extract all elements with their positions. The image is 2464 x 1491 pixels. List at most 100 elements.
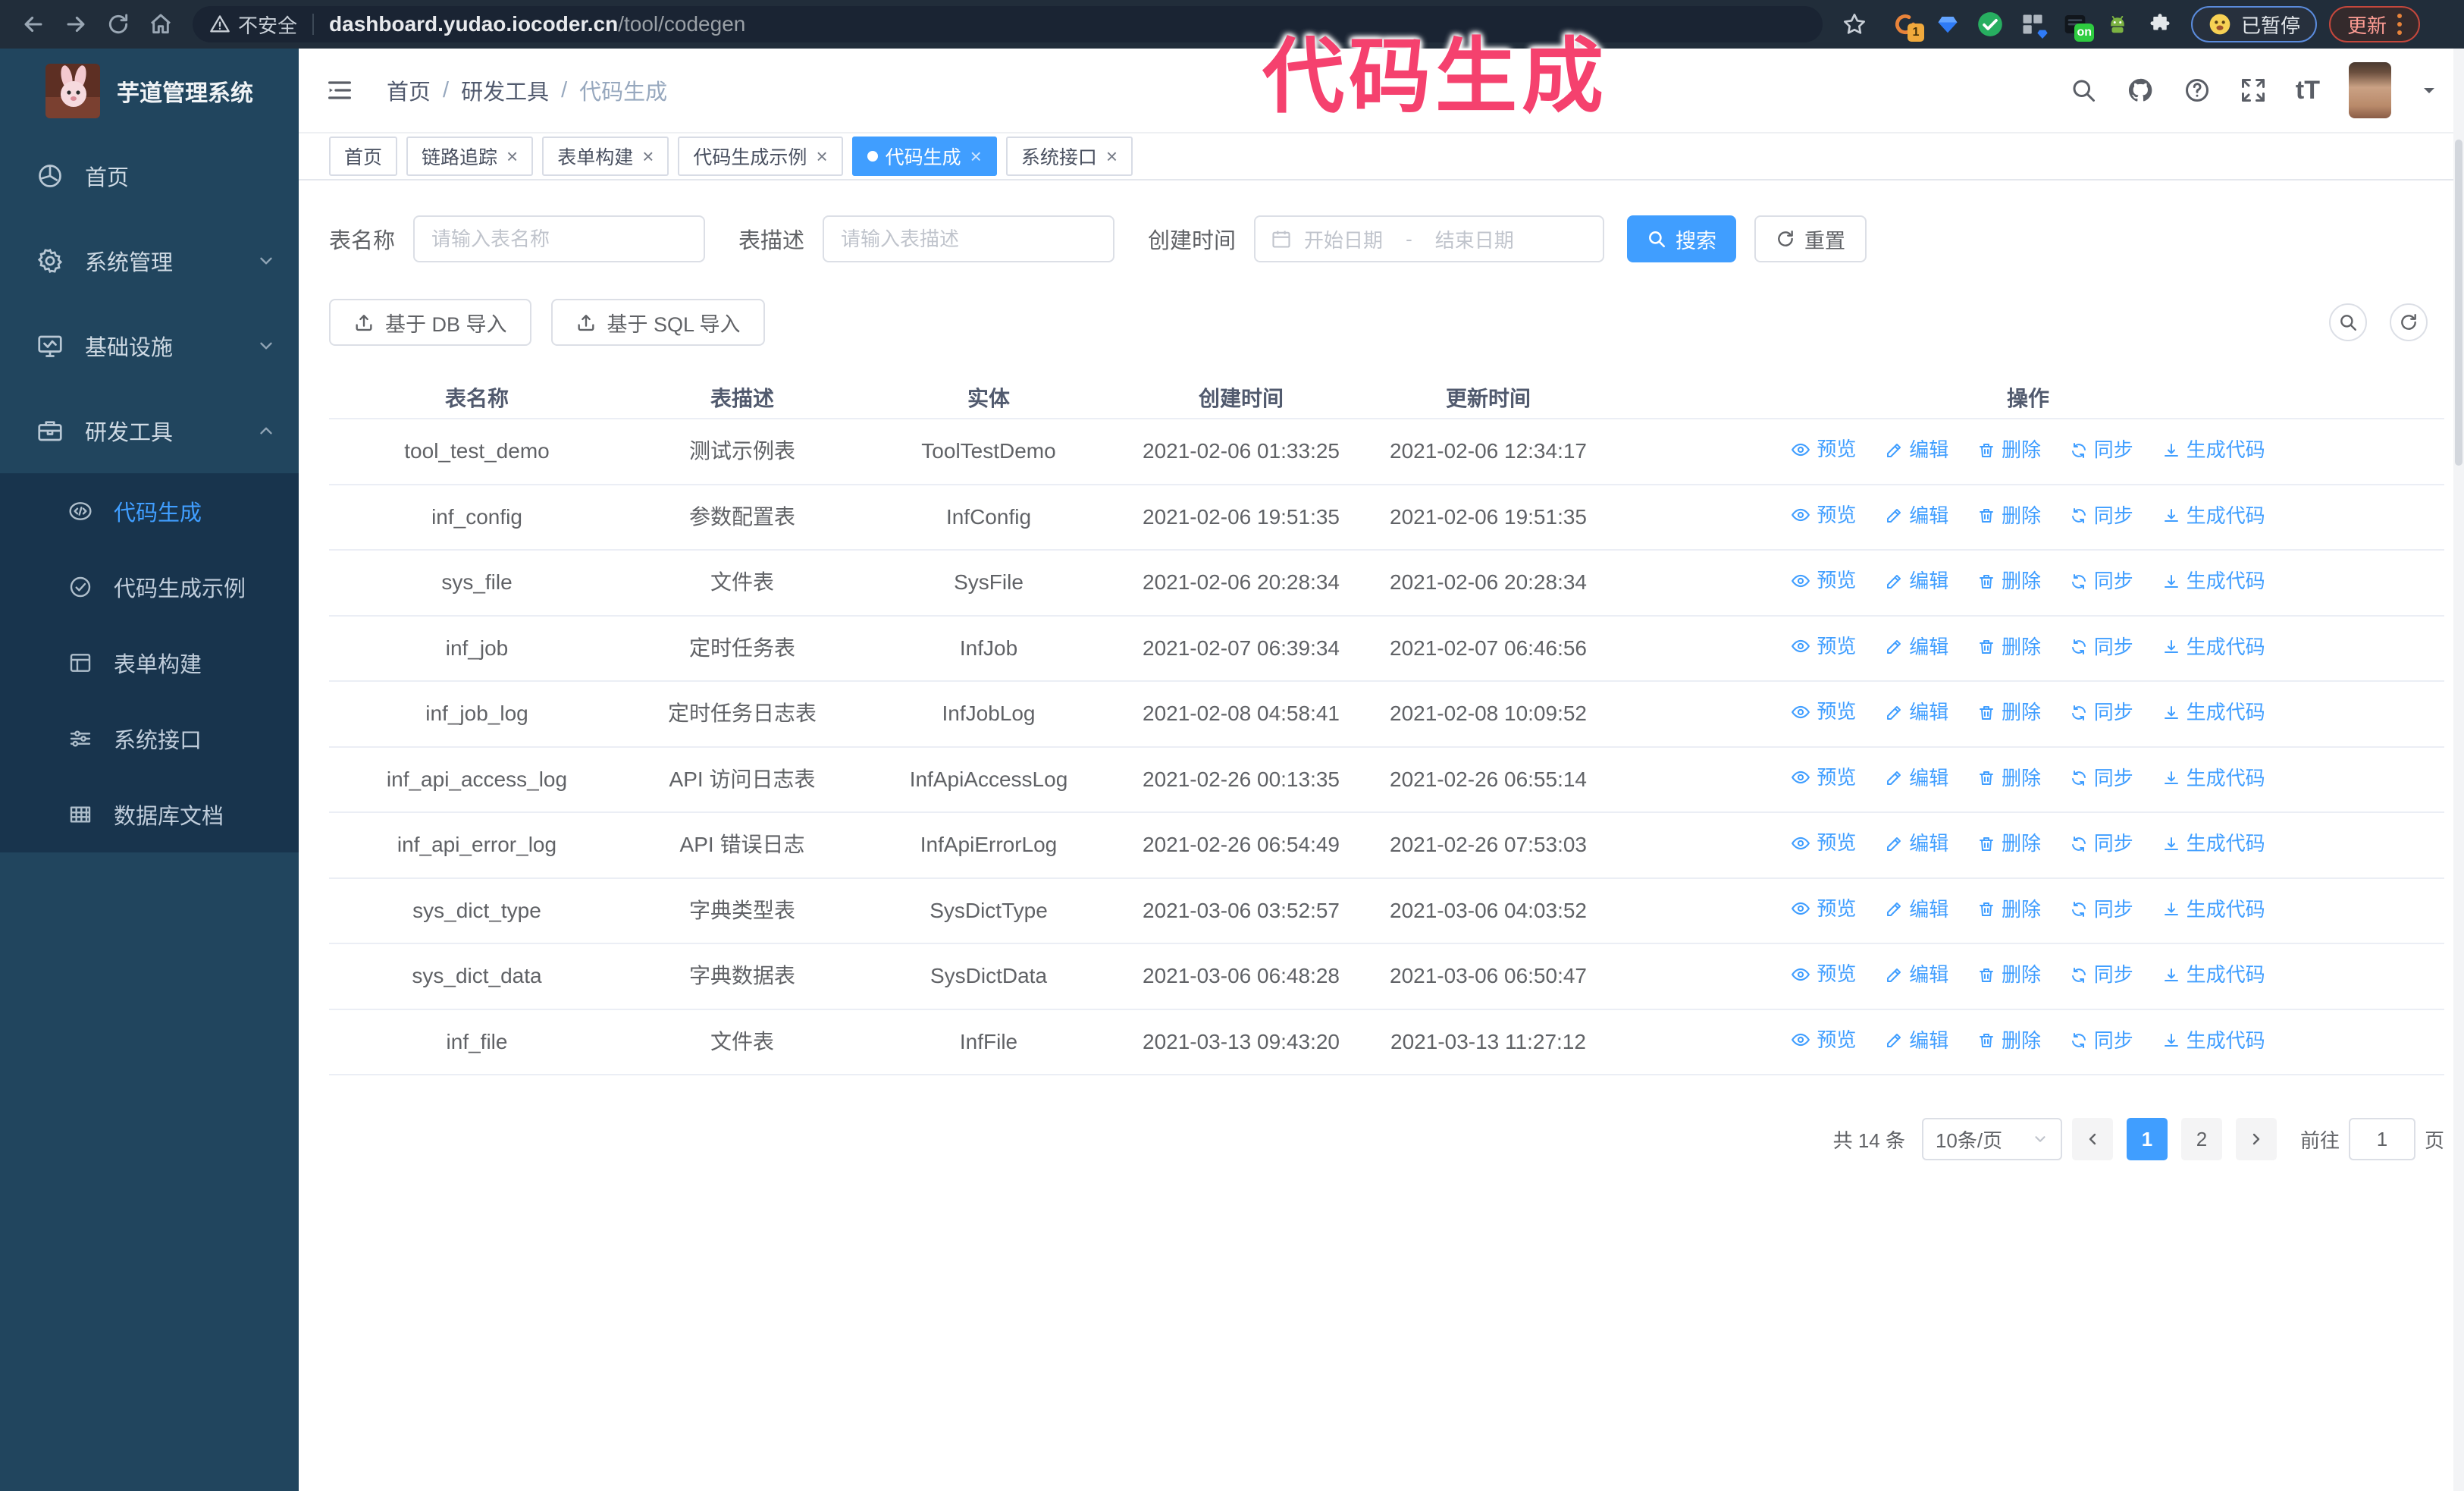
preview-link[interactable]: 预览 bbox=[1791, 959, 1856, 989]
preview-link[interactable]: 预览 bbox=[1791, 697, 1856, 727]
close-icon[interactable]: × bbox=[816, 146, 827, 166]
sync-link[interactable]: 同步 bbox=[2070, 698, 2133, 727]
import-db-button[interactable]: 基于 DB 导入 bbox=[329, 299, 531, 346]
sync-link[interactable]: 同步 bbox=[2070, 1026, 2133, 1056]
page-button-2[interactable]: 2 bbox=[2180, 1118, 2222, 1160]
sidebar-item-codegen-example[interactable]: 代码生成示例 bbox=[0, 549, 299, 625]
reset-button[interactable]: 重置 bbox=[1754, 215, 1867, 262]
delete-link[interactable]: 删除 bbox=[1977, 829, 2041, 859]
delete-link[interactable]: 删除 bbox=[1977, 960, 2041, 990]
browser-menu-icon[interactable] bbox=[2397, 14, 2403, 35]
preview-link[interactable]: 预览 bbox=[1791, 501, 1856, 530]
preview-link[interactable]: 预览 bbox=[1791, 1025, 1856, 1055]
sync-link[interactable]: 同步 bbox=[2070, 501, 2133, 531]
tab-codegen[interactable]: 代码生成 × bbox=[851, 137, 997, 176]
github-icon[interactable] bbox=[2126, 76, 2155, 105]
edit-link[interactable]: 编辑 bbox=[1885, 1026, 1948, 1056]
font-size-icon[interactable]: tT bbox=[2296, 76, 2320, 105]
preview-link[interactable]: 预览 bbox=[1791, 828, 1856, 858]
extension-gem-icon[interactable] bbox=[1930, 7, 1965, 42]
generate-code-link[interactable]: 生成代码 bbox=[2162, 698, 2265, 727]
tab-system-api[interactable]: 系统接口 × bbox=[1005, 137, 1133, 176]
page-size-select[interactable]: 10条/页 bbox=[1921, 1118, 2062, 1160]
generate-code-link[interactable]: 生成代码 bbox=[2162, 1026, 2265, 1056]
import-sql-button[interactable]: 基于 SQL 导入 bbox=[550, 299, 765, 346]
forward-icon[interactable] bbox=[55, 3, 97, 46]
generate-code-link[interactable]: 生成代码 bbox=[2162, 567, 2265, 596]
edit-link[interactable]: 编辑 bbox=[1885, 764, 1948, 793]
delete-link[interactable]: 删除 bbox=[1977, 698, 2041, 727]
search-button[interactable]: 搜索 bbox=[1627, 215, 1737, 262]
extension-grid-icon[interactable] bbox=[2015, 7, 2050, 42]
search-icon[interactable] bbox=[2070, 77, 2097, 104]
table-desc-input[interactable] bbox=[823, 215, 1115, 262]
generate-code-link[interactable]: 生成代码 bbox=[2162, 960, 2265, 990]
generate-code-link[interactable]: 生成代码 bbox=[2162, 895, 2265, 924]
sidebar-item-system-api[interactable]: 系统接口 bbox=[0, 701, 299, 777]
edit-link[interactable]: 编辑 bbox=[1885, 567, 1948, 596]
delete-link[interactable]: 删除 bbox=[1977, 567, 2041, 596]
sidebar-collapse-icon[interactable] bbox=[324, 75, 355, 105]
edit-link[interactable]: 编辑 bbox=[1885, 698, 1948, 727]
generate-code-link[interactable]: 生成代码 bbox=[2162, 632, 2265, 662]
close-icon[interactable]: × bbox=[506, 146, 518, 166]
sidebar-item-home[interactable]: 首页 bbox=[0, 133, 299, 218]
table-name-input[interactable] bbox=[413, 215, 706, 262]
page-button-1[interactable]: 1 bbox=[2126, 1118, 2168, 1160]
toggle-search-button[interactable] bbox=[2329, 303, 2367, 341]
scrollbar-thumb[interactable] bbox=[2455, 140, 2462, 466]
delete-link[interactable]: 删除 bbox=[1977, 632, 2041, 662]
page-scrollbar[interactable] bbox=[2453, 49, 2464, 1491]
tab-trace[interactable]: 链路追踪 × bbox=[406, 137, 534, 176]
sidebar-item-db-doc[interactable]: 数据库文档 bbox=[0, 777, 299, 852]
extensions-puzzle-icon[interactable] bbox=[2143, 7, 2177, 42]
next-page-button[interactable] bbox=[2235, 1118, 2277, 1160]
tab-codegen-example[interactable]: 代码生成示例 × bbox=[678, 137, 843, 176]
sync-link[interactable]: 同步 bbox=[2070, 435, 2133, 465]
preview-link[interactable]: 预览 bbox=[1791, 435, 1856, 464]
generate-code-link[interactable]: 生成代码 bbox=[2162, 764, 2265, 793]
delete-link[interactable]: 删除 bbox=[1977, 895, 2041, 924]
sidebar-item-infra[interactable]: 基础设施 bbox=[0, 303, 299, 388]
sync-link[interactable]: 同步 bbox=[2070, 567, 2133, 596]
sync-link[interactable]: 同步 bbox=[2070, 632, 2133, 662]
generate-code-link[interactable]: 生成代码 bbox=[2162, 829, 2265, 859]
edit-link[interactable]: 编辑 bbox=[1885, 632, 1948, 662]
edit-link[interactable]: 编辑 bbox=[1885, 829, 1948, 859]
security-label[interactable]: 不安全 bbox=[238, 11, 297, 39]
edit-link[interactable]: 编辑 bbox=[1885, 960, 1948, 990]
goto-page-input[interactable] bbox=[2348, 1118, 2415, 1160]
sync-link[interactable]: 同步 bbox=[2070, 895, 2133, 924]
close-icon[interactable]: × bbox=[1106, 146, 1118, 166]
preview-link[interactable]: 预览 bbox=[1791, 632, 1856, 661]
generate-code-link[interactable]: 生成代码 bbox=[2162, 435, 2265, 465]
sidebar-item-system[interactable]: 系统管理 bbox=[0, 218, 299, 303]
extension-orange-icon[interactable]: 1 bbox=[1888, 7, 1924, 42]
preview-link[interactable]: 预览 bbox=[1791, 763, 1856, 793]
close-icon[interactable]: × bbox=[642, 146, 654, 166]
sidebar-item-codegen[interactable]: 代码生成 bbox=[0, 473, 299, 549]
sync-link[interactable]: 同步 bbox=[2070, 960, 2133, 990]
delete-link[interactable]: 删除 bbox=[1977, 1026, 2041, 1056]
breadcrumb-devtools[interactable]: 研发工具 bbox=[461, 74, 549, 106]
bookmark-star-icon[interactable] bbox=[1833, 3, 1876, 46]
date-range-picker[interactable]: 开始日期 - 结束日期 bbox=[1254, 215, 1605, 262]
edit-link[interactable]: 编辑 bbox=[1885, 895, 1948, 924]
help-icon[interactable] bbox=[2183, 77, 2211, 104]
avatar[interactable] bbox=[2349, 62, 2391, 118]
sync-link[interactable]: 同步 bbox=[2070, 764, 2133, 793]
delete-link[interactable]: 删除 bbox=[1977, 764, 2041, 793]
sidebar-item-devtools[interactable]: 研发工具 bbox=[0, 388, 299, 473]
profile-paused-badge[interactable]: 已暂停 bbox=[2191, 6, 2318, 42]
extension-dark-icon[interactable]: on bbox=[2058, 7, 2094, 42]
home-icon[interactable] bbox=[140, 3, 182, 46]
caret-down-icon[interactable] bbox=[2420, 81, 2438, 99]
extension-check-icon[interactable] bbox=[1973, 7, 2008, 42]
preview-link[interactable]: 预览 bbox=[1791, 894, 1856, 924]
sidebar-item-form-builder[interactable]: 表单构建 bbox=[0, 625, 299, 701]
generate-code-link[interactable]: 生成代码 bbox=[2162, 501, 2265, 531]
app-logo-row[interactable]: 芋道管理系统 bbox=[0, 49, 299, 133]
edit-link[interactable]: 编辑 bbox=[1885, 501, 1948, 531]
preview-link[interactable]: 预览 bbox=[1791, 566, 1856, 595]
breadcrumb-home[interactable]: 首页 bbox=[387, 74, 431, 106]
